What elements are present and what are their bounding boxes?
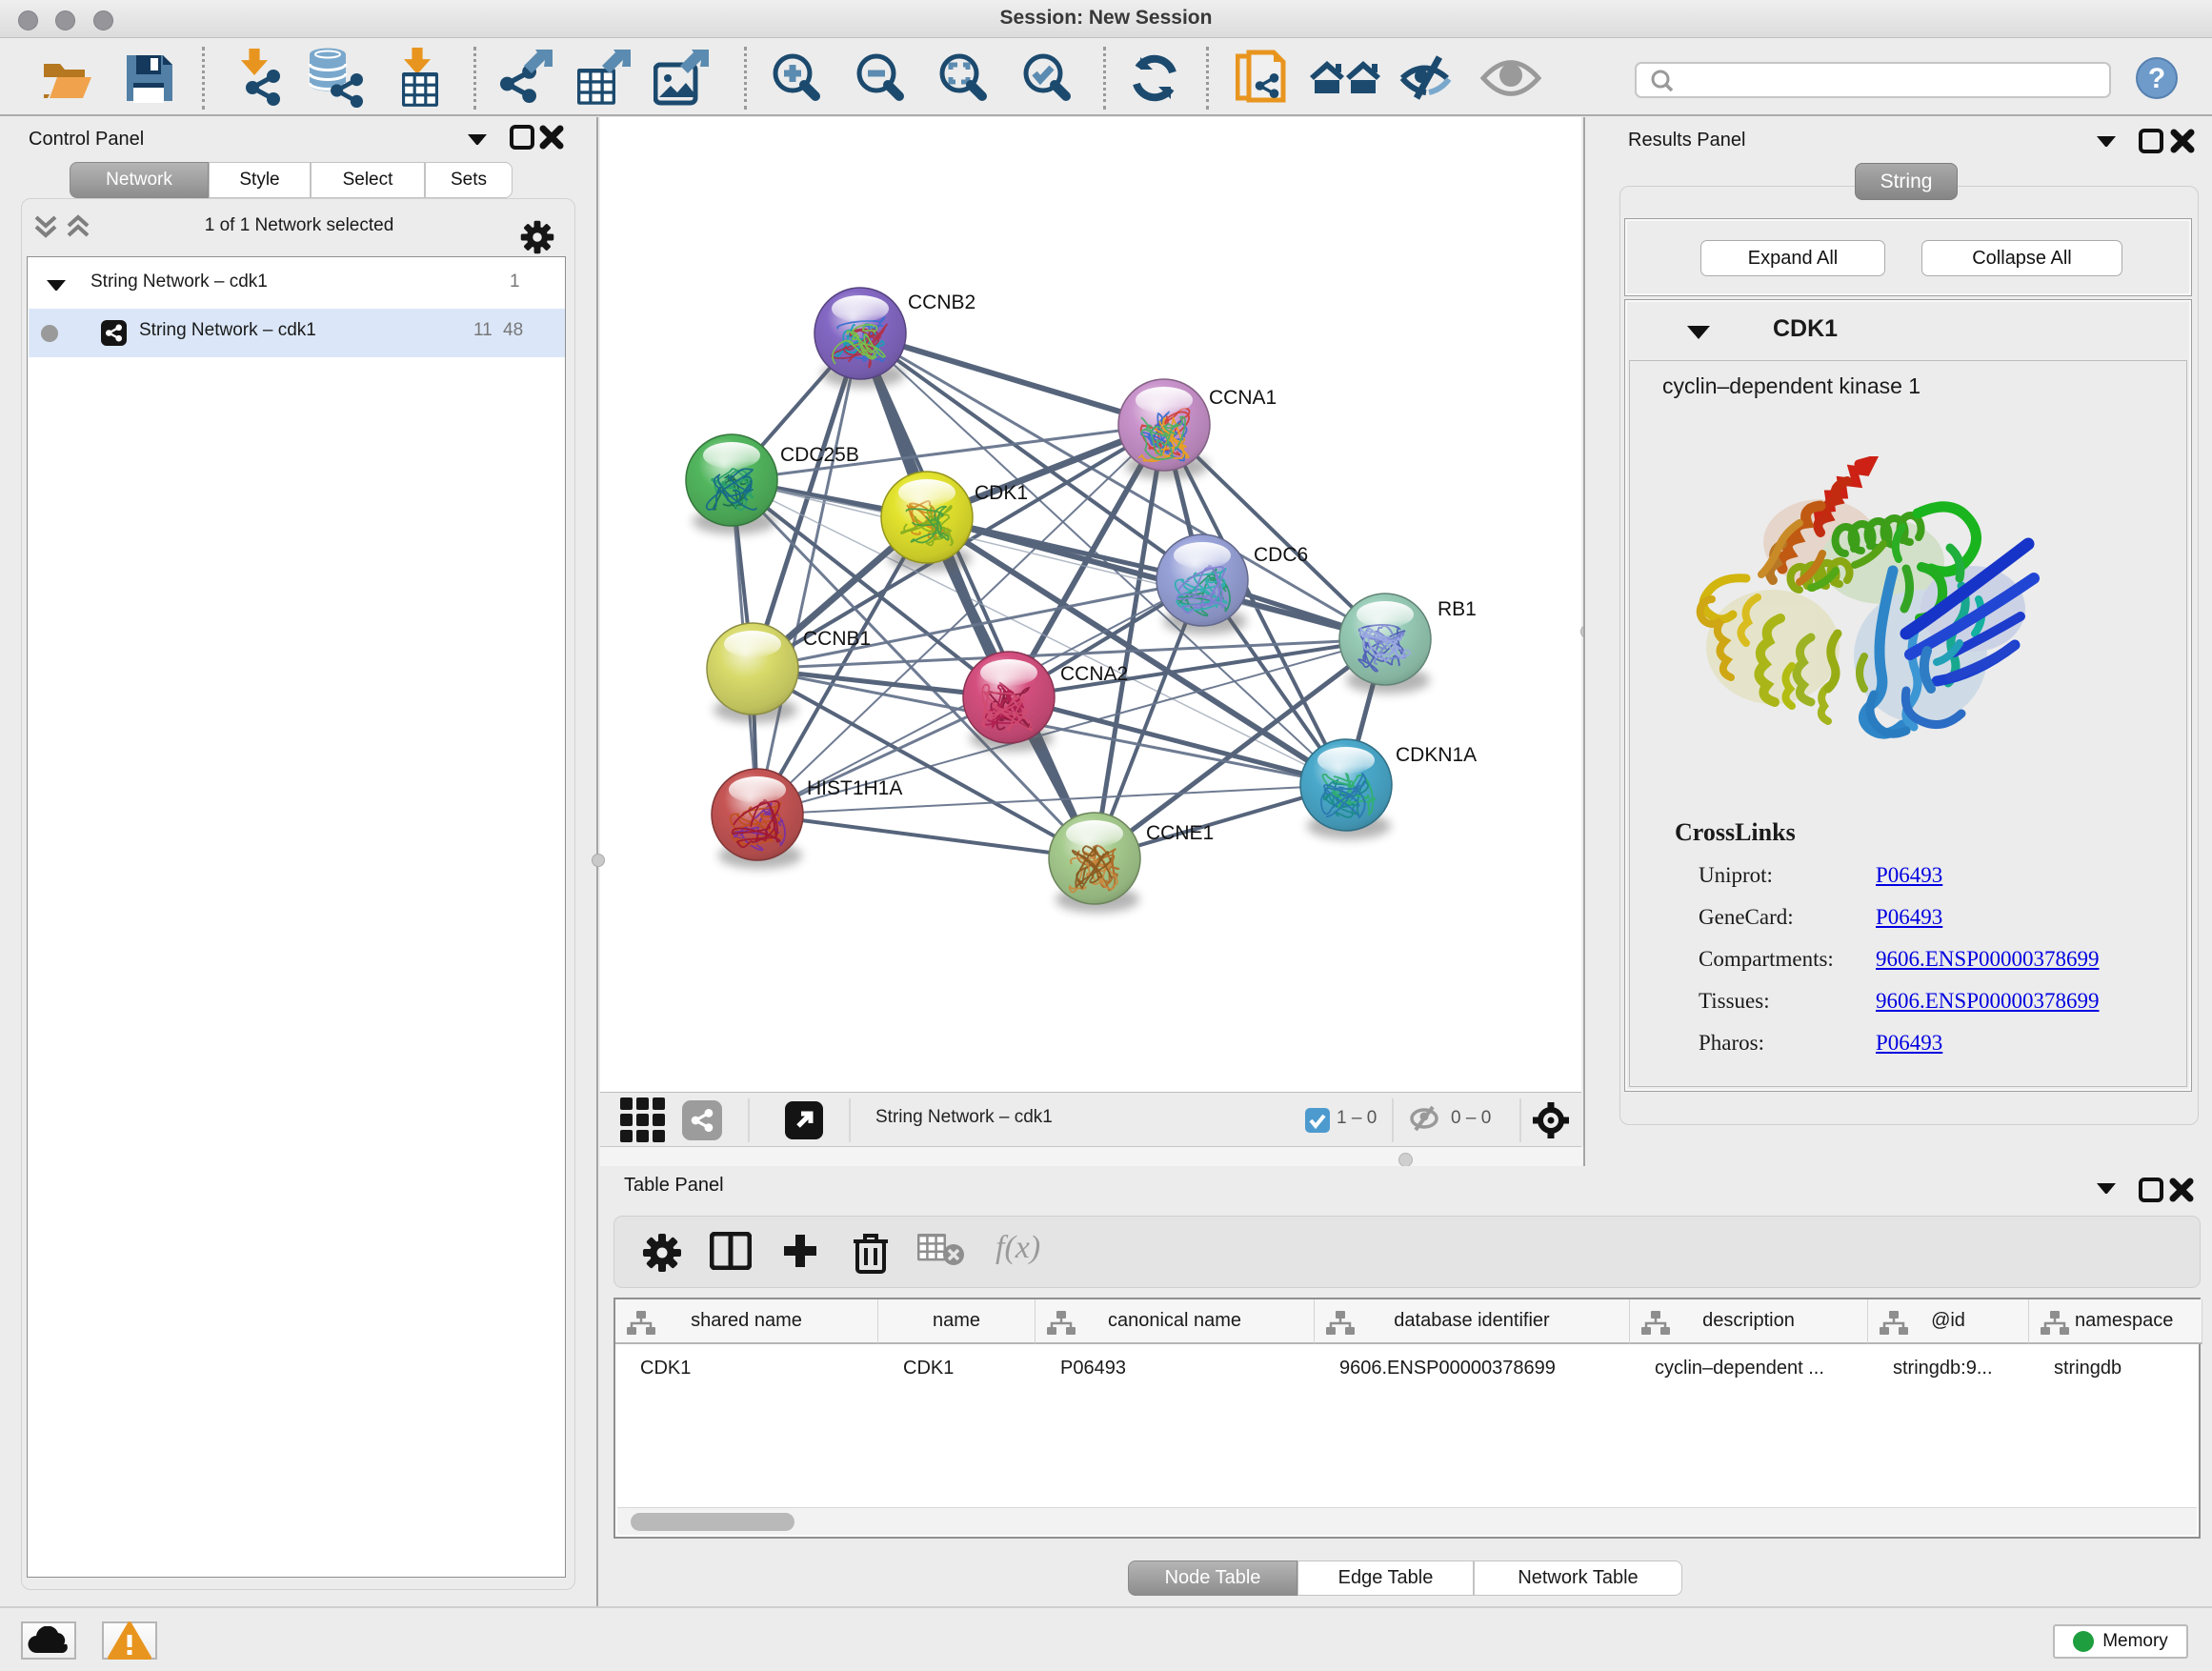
- svg-text:?: ?: [2148, 63, 2165, 94]
- svg-text:CDC6: CDC6: [1254, 544, 1308, 566]
- svg-text:CDK1: CDK1: [975, 482, 1028, 504]
- svg-text:HIST1H1A: HIST1H1A: [807, 777, 902, 799]
- svg-text:CCNB1: CCNB1: [803, 628, 871, 650]
- svg-text:CCNA2: CCNA2: [1060, 663, 1128, 685]
- svg-text:CCNB2: CCNB2: [908, 292, 975, 313]
- svg-text:CCNE1: CCNE1: [1146, 822, 1214, 844]
- svg-text:CCNA1: CCNA1: [1209, 387, 1277, 409]
- svg-text:CDC25B: CDC25B: [780, 444, 859, 466]
- svg-text:CDKN1A: CDKN1A: [1396, 744, 1477, 766]
- svg-text:RB1: RB1: [1438, 598, 1477, 620]
